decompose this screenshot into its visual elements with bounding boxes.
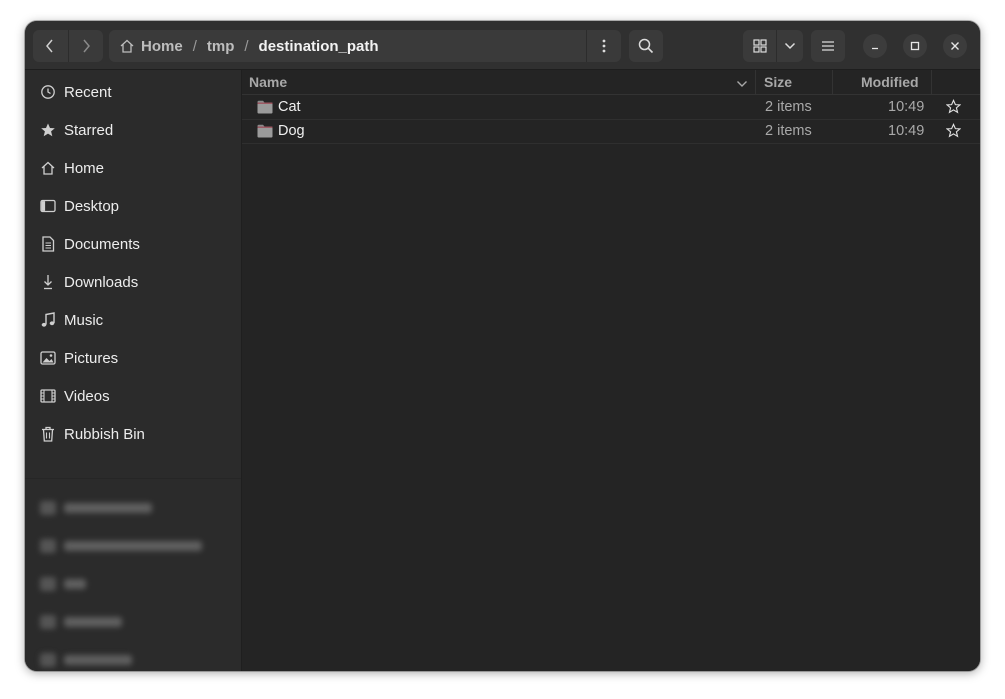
- star-icon: [38, 121, 58, 139]
- minimize-icon: [872, 47, 878, 50]
- sidebar-item-rubbish-bin[interactable]: Rubbish Bin: [25, 415, 241, 453]
- breadcrumb-separator: /: [244, 37, 249, 55]
- file-modified: 10:49: [888, 123, 925, 139]
- sidebar-item-recent[interactable]: Recent: [25, 73, 241, 111]
- sidebar-item-label: Recent: [64, 83, 112, 101]
- sidebar-item-label: Rubbish Bin: [64, 425, 145, 443]
- chevron-left-icon: [46, 39, 53, 53]
- column-header: Name Size Modified: [242, 70, 980, 95]
- desktop-icon: [38, 197, 58, 215]
- sidebar-item-videos[interactable]: Videos: [25, 377, 241, 415]
- file-size: 2 items: [765, 123, 812, 139]
- star-toggle-icon[interactable]: [945, 123, 962, 142]
- document-icon: [38, 235, 58, 253]
- main-menu-button[interactable]: [811, 30, 845, 62]
- sidebar-item-downloads[interactable]: Downloads: [25, 263, 241, 301]
- breadcrumb-label: destination_path: [258, 37, 379, 55]
- sort-chevron-down-icon[interactable]: [736, 75, 748, 91]
- home-icon: [120, 39, 134, 53]
- column-size-header[interactable]: Size: [764, 74, 792, 90]
- sidebar-item-label: Pictures: [64, 349, 119, 367]
- picture-icon: [38, 349, 58, 367]
- sidebar-bookmark-obscured[interactable]: [25, 489, 241, 527]
- file-list-view: Name Size Modified Cat 2 items 10:49 Dog…: [242, 70, 980, 671]
- folder-icon: [257, 100, 273, 118]
- chevron-down-icon: [784, 42, 796, 50]
- file-size: 2 items: [765, 99, 812, 115]
- search-button[interactable]: [629, 30, 663, 62]
- breadcrumb-separator: /: [192, 37, 197, 55]
- column-name-header[interactable]: Name: [249, 74, 287, 90]
- view-options-button[interactable]: [777, 30, 803, 62]
- kebab-menu-icon: [602, 39, 606, 53]
- video-icon: [38, 387, 58, 405]
- maximize-icon: [910, 41, 920, 51]
- column-divider: [832, 70, 833, 94]
- sidebar-item-label: Home: [64, 159, 105, 177]
- sidebar-bookmark-obscured[interactable]: [25, 603, 241, 641]
- forward-button[interactable]: [68, 30, 103, 62]
- sidebar-item-label: Videos: [64, 387, 110, 405]
- sidebar-item-home[interactable]: Home: [25, 149, 241, 187]
- breadcrumb-current[interactable]: destination_path: [259, 38, 379, 55]
- breadcrumb-home[interactable]: Home: [119, 38, 183, 55]
- grid-view-icon: [752, 39, 767, 53]
- close-button[interactable]: [943, 34, 967, 58]
- music-icon: [38, 311, 58, 329]
- folder-icon: [257, 124, 273, 142]
- file-manager-window: Home / tmp / destination_path Recent Sta…: [25, 21, 980, 671]
- sidebar-item-label: Desktop: [64, 197, 120, 215]
- clock-icon: [38, 83, 58, 101]
- path-menu-button[interactable]: [586, 30, 621, 62]
- back-button[interactable]: [33, 30, 68, 62]
- breadcrumb-label: Home: [141, 37, 183, 55]
- file-row[interactable]: Dog 2 items 10:49: [242, 119, 980, 144]
- file-name: Dog: [278, 123, 305, 139]
- close-icon: [951, 42, 959, 50]
- column-divider: [755, 70, 756, 94]
- sidebar-item-starred[interactable]: Starred: [25, 111, 241, 149]
- column-divider: [931, 70, 932, 94]
- breadcrumb-label: tmp: [206, 37, 235, 55]
- trash-icon: [38, 425, 58, 443]
- sidebar-item-label: Starred: [64, 121, 114, 139]
- header-bar: Home / tmp / destination_path: [25, 21, 980, 70]
- home-icon: [38, 159, 58, 177]
- grid-view-button[interactable]: [743, 30, 776, 62]
- sidebar-item-label: Music: [64, 311, 104, 329]
- breadcrumb-tmp[interactable]: tmp: [207, 38, 235, 55]
- hamburger-menu-icon: [822, 41, 834, 51]
- column-modified-header[interactable]: Modified: [861, 74, 919, 90]
- star-toggle-icon[interactable]: [945, 99, 962, 118]
- sidebar-bookmark-obscured[interactable]: [25, 565, 241, 603]
- chevron-right-icon: [83, 39, 90, 53]
- sidebar-item-music[interactable]: Music: [25, 301, 241, 339]
- file-row[interactable]: Cat 2 items 10:49: [242, 95, 980, 120]
- sidebar-item-documents[interactable]: Documents: [25, 225, 241, 263]
- sidebar-item-label: Downloads: [64, 273, 139, 291]
- download-icon: [38, 273, 58, 291]
- minimize-button[interactable]: [863, 34, 887, 58]
- sidebar-bookmark-obscured[interactable]: [25, 527, 241, 565]
- sidebar-bookmark-obscured[interactable]: [25, 641, 241, 671]
- navigation-buttons: [33, 30, 103, 62]
- sidebar-item-pictures[interactable]: Pictures: [25, 339, 241, 377]
- sidebar-item-label: Documents: [64, 235, 140, 253]
- search-icon: [638, 38, 654, 54]
- file-name: Cat: [278, 99, 301, 115]
- view-switcher: [743, 30, 803, 62]
- sidebar-item-desktop[interactable]: Desktop: [25, 187, 241, 225]
- sidebar: Recent Starred Home Desktop Documents Do…: [25, 70, 242, 671]
- maximize-button[interactable]: [903, 34, 927, 58]
- breadcrumb: Home / tmp / destination_path: [109, 30, 621, 62]
- sidebar-divider: [25, 478, 241, 479]
- file-modified: 10:49: [888, 99, 925, 115]
